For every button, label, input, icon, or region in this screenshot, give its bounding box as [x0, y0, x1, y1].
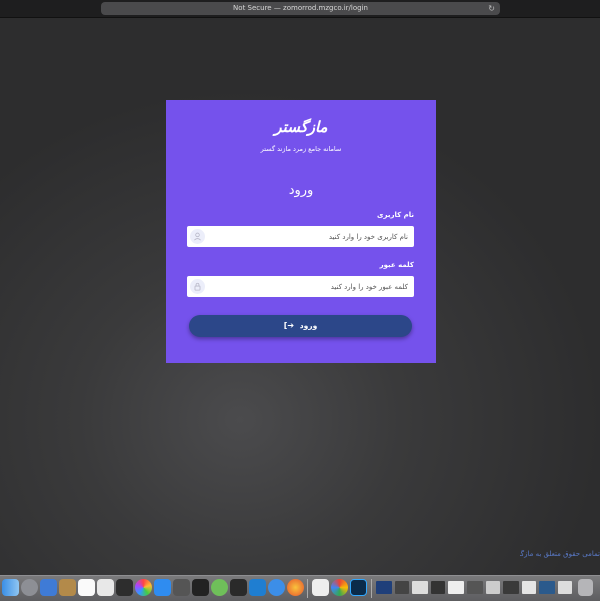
window-thumbnail[interactable]	[431, 581, 445, 594]
user-icon	[190, 229, 205, 244]
reminders-icon[interactable]	[97, 579, 114, 596]
copyright-footer: تمامی حقوق متعلق به مازگستر مازند می باش…	[520, 550, 600, 558]
unity-icon[interactable]	[230, 579, 247, 596]
window-thumbnail[interactable]	[558, 581, 572, 594]
lock-icon	[190, 279, 205, 294]
photoshop-icon[interactable]	[350, 579, 367, 596]
firefox-icon[interactable]	[287, 579, 304, 596]
dock	[0, 575, 600, 601]
window-thumbnail[interactable]	[503, 581, 519, 594]
window-thumbnail[interactable]	[448, 581, 464, 594]
calendar-icon[interactable]	[78, 579, 95, 596]
app-store-icon[interactable]	[154, 579, 171, 596]
window-thumbnail[interactable]	[395, 581, 409, 594]
sign-in-icon: ➔]	[283, 321, 295, 330]
terminal-icon[interactable]	[192, 579, 209, 596]
address-bar-text: Not Secure — zomorrod.mzgco.ir/login	[233, 4, 368, 12]
launchpad-icon[interactable]	[21, 579, 38, 596]
stocks-icon[interactable]	[116, 579, 133, 596]
reload-icon[interactable]: ↻	[488, 2, 495, 15]
window-thumbnail[interactable]	[539, 581, 555, 594]
mail-icon[interactable]	[40, 579, 57, 596]
system-preferences-icon[interactable]	[173, 579, 190, 596]
username-input[interactable]	[211, 226, 414, 247]
chrome-icon[interactable]	[331, 579, 348, 596]
login-title: ورود	[288, 183, 314, 198]
window-thumbnail[interactable]	[486, 581, 500, 594]
window-thumbnail[interactable]	[376, 581, 392, 594]
finder-icon[interactable]	[2, 579, 19, 596]
photos-icon[interactable]	[135, 579, 152, 596]
document-icon[interactable]	[312, 579, 329, 596]
username-label: نام کاربری	[377, 211, 414, 219]
dock-separator	[307, 579, 308, 598]
password-label: کلمه عبور	[379, 261, 414, 269]
trash-icon[interactable]	[578, 579, 593, 596]
safari-icon[interactable]	[268, 579, 285, 596]
address-bar[interactable]: Not Secure — zomorrod.mzgco.ir/login ↻	[101, 2, 500, 15]
login-button-label: ورود	[299, 321, 318, 330]
brand-logo: مازگستر	[274, 118, 328, 136]
brand-subtitle: سامانه جامع زمرد مازند گستر	[260, 145, 342, 153]
username-field-wrapper	[187, 226, 414, 247]
login-card: مازگستر سامانه جامع زمرد مازند گستر ورود…	[166, 100, 436, 363]
login-button[interactable]: ورود ➔]	[189, 315, 412, 337]
window-thumbnail[interactable]	[412, 581, 428, 594]
android-studio-icon[interactable]	[211, 579, 228, 596]
window-thumbnail[interactable]	[467, 581, 483, 594]
browser-toolbar: Not Secure — zomorrod.mzgco.ir/login ↻	[0, 0, 600, 18]
vscode-icon[interactable]	[249, 579, 266, 596]
notes-icon[interactable]	[59, 579, 76, 596]
password-input[interactable]	[211, 276, 414, 297]
password-field-wrapper	[187, 276, 414, 297]
window-thumbnail[interactable]	[522, 581, 536, 594]
dock-separator	[371, 579, 372, 598]
